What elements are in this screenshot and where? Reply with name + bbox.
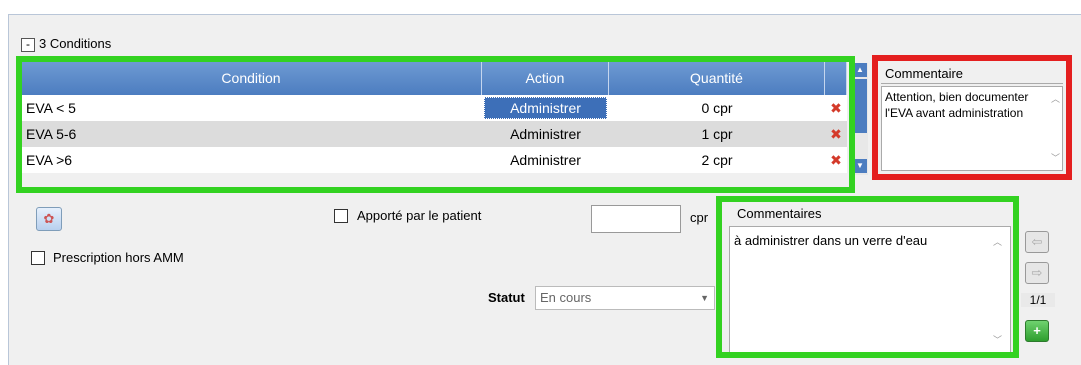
medication-icon[interactable]: ✿ [36,207,62,231]
chevron-down-icon: ▼ [700,293,709,303]
scroll-up-icon[interactable]: ︿ [993,235,1002,248]
apporte-label: Apporté par le patient [357,208,482,223]
quantite-cell[interactable]: 0 cpr [609,95,825,121]
scroll-down-icon[interactable]: ▼ [853,159,867,173]
hors-amm-label: Prescription hors AMM [53,250,184,265]
scroll-down-icon[interactable]: ﹀ [1051,150,1060,166]
statut-value: En cours [540,290,592,305]
conditions-title: 3 Conditions [39,36,112,51]
action-cell-selected[interactable]: Administrer [484,97,607,119]
delete-icon[interactable]: ✖ [825,121,847,147]
column-delete [825,61,847,95]
delete-icon[interactable]: ✖ [825,95,847,121]
action-cell[interactable]: Administrer [482,147,609,173]
collapse-button[interactable]: - [21,38,35,52]
top-strip [0,0,1081,14]
condition-cell[interactable]: EVA < 5 [21,95,482,121]
table-row[interactable]: EVA 5-6 Administrer 1 cpr ✖ [21,121,847,147]
condition-cell[interactable]: EVA >6 [21,147,482,173]
scroll-up-icon[interactable]: ︿ [1051,91,1060,107]
commentaires-text: à administrer dans un verre d'eau [734,233,928,248]
next-comment-button[interactable]: ⇨ [1025,262,1049,284]
add-comment-button[interactable]: + [1025,320,1049,342]
comment-pager: 1/1 [1021,293,1055,307]
grid-header: Condition Action Quantité [21,61,847,95]
table-row[interactable]: EVA < 5 Administrer 0 cpr ✖ [21,95,847,121]
quantite-cell[interactable]: 1 cpr [609,121,825,147]
statut-label: Statut [488,290,525,305]
delete-icon[interactable]: ✖ [825,147,847,173]
grid-scrollbar[interactable]: ▲ ▼ [852,63,868,175]
scroll-thumb[interactable] [853,79,867,133]
action-cell[interactable]: Administrer [482,95,609,121]
quantite-cell[interactable]: 2 cpr [609,147,825,173]
column-quantite[interactable]: Quantité [609,61,825,95]
scroll-up-icon[interactable]: ▲ [853,63,867,77]
commentaires-textarea[interactable]: à administrer dans un verre d'eau ︿ ﹀ [729,226,1011,353]
previous-comment-button[interactable]: ⇦ [1025,231,1049,253]
conditions-grid: Condition Action Quantité EVA < 5 Admini… [21,61,847,173]
hors-amm-checkbox[interactable] [31,251,45,265]
statut-select[interactable]: En cours ▼ [535,286,715,310]
column-action[interactable]: Action [482,61,609,95]
quantity-input[interactable] [591,205,681,233]
commentaire-title: Commentaire [881,64,1063,84]
commentaire-text: Attention, bien documenter l'EVA avant a… [885,90,1029,120]
apporte-checkbox[interactable] [334,209,348,223]
condition-cell[interactable]: EVA 5-6 [21,121,482,147]
scroll-down-icon[interactable]: ﹀ [993,333,1002,346]
action-cell[interactable]: Administrer [482,121,609,147]
quantity-unit: cpr [690,210,709,225]
column-condition[interactable]: Condition [21,61,482,95]
commentaire-textarea[interactable]: Attention, bien documenter l'EVA avant a… [881,86,1063,171]
commentaires-title: Commentaires [737,206,822,221]
table-row[interactable]: EVA >6 Administrer 2 cpr ✖ [21,147,847,173]
